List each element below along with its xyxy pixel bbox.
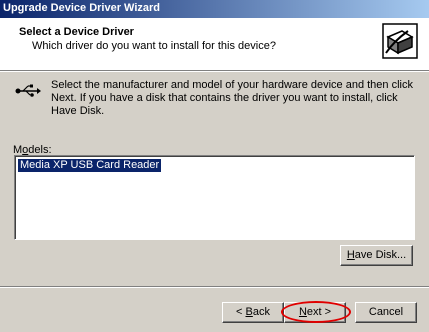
next-button[interactable]: Next > [284,302,346,323]
have-disk-button[interactable]: Have Disk... [340,245,413,266]
page-subtitle: Which driver do you want to install for … [32,40,276,52]
title-bar[interactable]: Upgrade Device Driver Wizard [0,0,429,18]
header-divider [0,71,429,72]
usb-icon [15,84,41,97]
window-title: Upgrade Device Driver Wizard [3,2,161,14]
hardware-wizard-icon [382,23,418,59]
models-listbox[interactable]: Media XP USB Card Reader [14,155,415,240]
cancel-button[interactable]: Cancel [355,302,417,323]
page-title: Select a Device Driver [19,26,134,38]
wizard-header: Select a Device Driver Which driver do y… [0,18,429,71]
footer-divider-highlight [0,287,429,288]
back-button[interactable]: < Back [222,302,284,323]
instructions-text: Select the manufacturer and model of you… [51,79,413,117]
list-item[interactable]: Media XP USB Card Reader [16,158,163,173]
